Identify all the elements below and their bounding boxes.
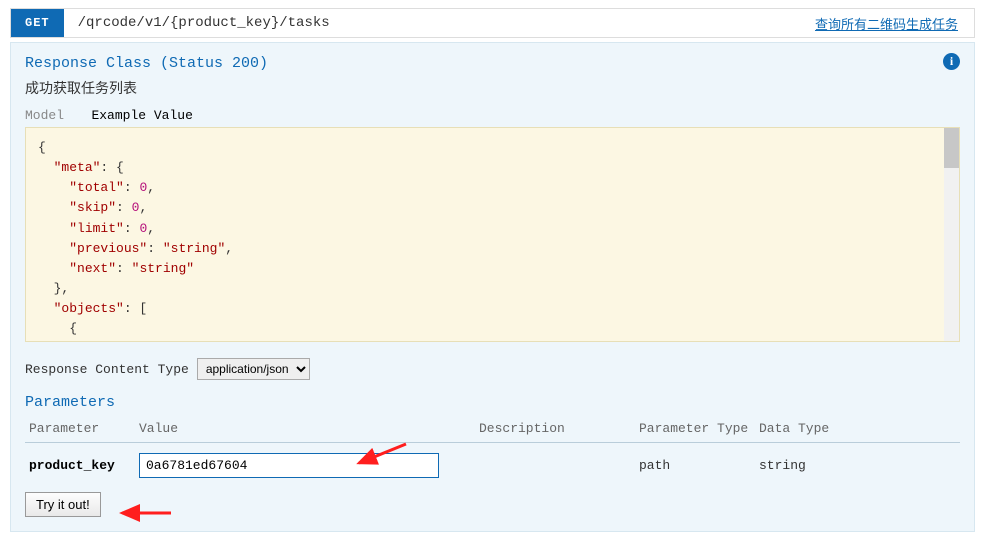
operation-panel: i Response Class (Status 200) 成功获取任务列表 M… [10,42,975,532]
response-content-type-select[interactable]: application/json [197,358,310,380]
http-method-badge: GET [11,9,64,37]
endpoint-header[interactable]: GET /qrcode/v1/{product_key}/tasks 查询所有二… [10,8,975,38]
parameters-header-row: Parameter Value Description Parameter Ty… [25,415,960,443]
example-scrollbar-thumb[interactable] [944,128,959,168]
response-tabs: Model Example Value [25,108,960,123]
col-parameter-type: Parameter Type [635,415,755,443]
param-value-cell [135,443,475,489]
col-data-type: Data Type [755,415,960,443]
annotation-arrow-icon [116,503,176,523]
col-parameter: Parameter [25,415,135,443]
response-content-type-label: Response Content Type [25,362,189,377]
param-type: path [635,443,755,489]
endpoint-path: /qrcode/v1/{product_key}/tasks [64,15,815,31]
response-description: 成功获取任务列表 [25,78,960,98]
response-class-title: Response Class (Status 200) [25,55,960,72]
example-value-box[interactable]: { "meta": { "total": 0, "skip": 0, "limi… [25,127,960,342]
param-value-input[interactable] [139,453,439,478]
param-data-type: string [755,443,960,489]
parameters-title: Parameters [25,394,960,411]
table-row: product_key path string [25,443,960,489]
try-it-out-button[interactable]: Try it out! [25,492,101,517]
parameters-table: Parameter Value Description Parameter Ty… [25,415,960,488]
endpoint-summary-link[interactable]: 查询所有二维码生成任务 [815,14,974,33]
response-content-type-row: Response Content Type application/json [25,358,960,380]
col-description: Description [475,415,635,443]
param-name: product_key [25,443,135,489]
param-description [475,443,635,489]
tab-model[interactable]: Model [25,108,64,123]
tab-example-value[interactable]: Example Value [91,108,192,123]
col-value: Value [135,415,475,443]
info-icon[interactable]: i [943,53,960,70]
